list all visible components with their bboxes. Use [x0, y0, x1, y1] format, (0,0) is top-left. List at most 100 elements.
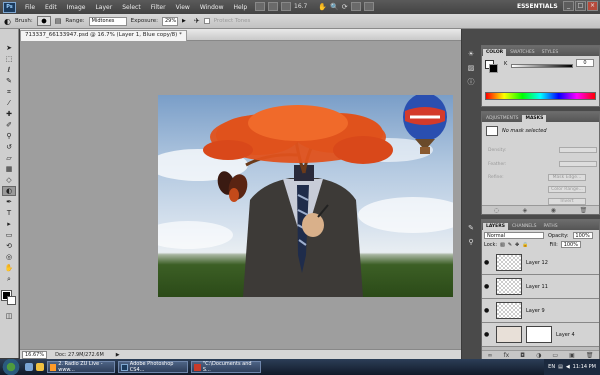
- menu-image[interactable]: Image: [62, 4, 91, 11]
- layer-name[interactable]: Layer 9: [526, 308, 545, 314]
- layer-name[interactable]: Layer 12: [526, 260, 548, 266]
- new-layer-icon[interactable]: ▣: [569, 352, 575, 359]
- taskbar-item-photoshop[interactable]: Adobe Photoshop CS4...: [118, 361, 188, 373]
- apply-mask-icon[interactable]: ◈: [523, 207, 528, 214]
- eyedropper-tool-icon[interactable]: ⁄: [2, 98, 16, 108]
- link-layers-icon[interactable]: ∞: [488, 352, 493, 359]
- new-group-icon[interactable]: ▭: [552, 352, 558, 359]
- visibility-eye-icon[interactable]: ●: [484, 283, 492, 290]
- navigator-panel-icon[interactable]: ▨: [466, 63, 477, 74]
- zoom-percentage-field[interactable]: 16.67%: [22, 350, 48, 359]
- tab-styles[interactable]: STYLES: [539, 49, 562, 56]
- arrange-documents-icon[interactable]: [350, 2, 361, 11]
- healing-tool-icon[interactable]: ✚: [2, 109, 16, 119]
- adjustment-layer-icon[interactable]: ◑: [536, 352, 541, 359]
- tab-swatches[interactable]: SWATCHES: [507, 49, 538, 56]
- history-brush-tool-icon[interactable]: ↺: [2, 142, 16, 152]
- eraser-tool-icon[interactable]: ▱: [2, 153, 16, 163]
- visibility-eye-icon[interactable]: ●: [484, 307, 492, 314]
- invert-button[interactable]: Invert: [548, 198, 586, 205]
- tab-adjustments[interactable]: ADJUSTMENTS: [483, 115, 521, 122]
- lock-transparency-icon[interactable]: ▧: [500, 242, 505, 248]
- history-panel-icon[interactable]: ☀: [466, 49, 477, 60]
- document-size-info[interactable]: Doc: 27.9M/272.6M: [55, 352, 104, 358]
- crop-tool-icon[interactable]: ⌗: [2, 87, 16, 97]
- menu-edit[interactable]: Edit: [40, 4, 62, 11]
- airbrush-icon[interactable]: ✈: [194, 17, 200, 25]
- rotate-view-icon[interactable]: ⟳: [342, 3, 348, 11]
- brushes-panel-icon[interactable]: ✎: [466, 223, 477, 234]
- delete-mask-icon[interactable]: 🗑: [580, 207, 588, 214]
- layer-row[interactable]: ● Layer 4: [482, 323, 599, 347]
- start-button[interactable]: [0, 359, 22, 375]
- layer-name[interactable]: Layer 11: [526, 284, 548, 290]
- delete-layer-icon[interactable]: 🗑: [586, 352, 594, 359]
- lock-all-icon[interactable]: 🔒: [522, 242, 528, 248]
- minimize-icon[interactable]: _: [563, 1, 574, 11]
- menu-layer[interactable]: Layer: [90, 4, 117, 11]
- brush-tool-icon[interactable]: ✐: [2, 120, 16, 130]
- workspace-switcher[interactable]: ESSENTIALS: [517, 3, 558, 10]
- color-spectrum-ramp[interactable]: [485, 92, 596, 100]
- zoom-tool-icon[interactable]: ⌕: [2, 274, 16, 284]
- quick-select-tool-icon[interactable]: ✎: [2, 76, 16, 86]
- shape-tool-icon[interactable]: ▭: [2, 230, 16, 240]
- status-menu-arrow-icon[interactable]: ▶: [116, 352, 120, 358]
- brush-panel-icon[interactable]: ▤: [55, 17, 62, 25]
- clone-source-panel-icon[interactable]: ⚲: [466, 237, 477, 248]
- extras-icon[interactable]: [281, 2, 291, 11]
- visibility-eye-icon[interactable]: ●: [484, 331, 492, 338]
- quick-mask-icon[interactable]: ◫: [2, 311, 16, 321]
- document-tab[interactable]: 713337_66133947.psd @ 16.7% (Layer 1, Bl…: [20, 30, 187, 41]
- brush-preset-picker[interactable]: [36, 16, 51, 26]
- type-tool-icon[interactable]: T: [2, 208, 16, 218]
- menu-file[interactable]: File: [20, 4, 40, 11]
- info-panel-icon[interactable]: ⓘ: [466, 77, 477, 88]
- k-channel-value[interactable]: 0: [576, 59, 594, 67]
- hand-tool-icon[interactable]: ✋: [318, 3, 327, 11]
- bridge-icon[interactable]: [255, 2, 265, 11]
- close-icon[interactable]: ×: [587, 1, 598, 11]
- gradient-tool-icon[interactable]: ▦: [2, 164, 16, 174]
- layer-mask-thumbnail[interactable]: [526, 326, 552, 343]
- menu-view[interactable]: View: [171, 4, 195, 11]
- protect-tones-checkbox[interactable]: [203, 18, 210, 24]
- clock[interactable]: 11:14 PM: [573, 364, 596, 370]
- exposure-field[interactable]: 29%: [161, 16, 178, 26]
- layer-row[interactable]: ● Layer 9: [482, 299, 599, 323]
- dodge-tool-icon[interactable]: ◐: [2, 186, 16, 196]
- k-channel-slider[interactable]: [511, 64, 573, 68]
- menu-filter[interactable]: Filter: [146, 4, 171, 11]
- add-mask-icon[interactable]: ◘: [520, 352, 525, 359]
- lock-position-icon[interactable]: ✥: [515, 242, 519, 248]
- hand-tool-icon[interactable]: ✋: [2, 263, 16, 273]
- tab-layers[interactable]: LAYERS: [483, 223, 508, 230]
- visibility-eye-icon[interactable]: ●: [484, 259, 492, 266]
- pen-tool-icon[interactable]: ✒: [2, 197, 16, 207]
- color-swatches[interactable]: [0, 290, 17, 306]
- 3d-rotate-tool-icon[interactable]: ⟲: [2, 241, 16, 251]
- move-tool-icon[interactable]: ➤: [2, 43, 16, 53]
- quick-launch-icon[interactable]: [36, 363, 44, 371]
- maximize-icon[interactable]: □: [575, 1, 586, 11]
- zoom-level[interactable]: 16.7: [294, 3, 307, 10]
- clone-stamp-tool-icon[interactable]: ⚲: [2, 131, 16, 141]
- menu-select[interactable]: Select: [117, 4, 146, 11]
- background-color-swatch[interactable]: [6, 296, 16, 305]
- network-icon[interactable]: ▤: [558, 364, 563, 370]
- tab-channels[interactable]: CHANNELS: [509, 223, 540, 230]
- taskbar-item-explorer[interactable]: "C:\Documents and S...: [191, 361, 261, 373]
- tab-paths[interactable]: PATHS: [541, 223, 561, 230]
- layer-row[interactable]: ● Layer 12: [482, 251, 599, 275]
- mask-edge-button[interactable]: Mask Edge...: [548, 174, 586, 181]
- color-background-swatch[interactable]: [489, 64, 498, 73]
- blur-tool-icon[interactable]: ◇: [2, 175, 16, 185]
- fill-field[interactable]: 100%: [560, 241, 581, 248]
- marquee-tool-icon[interactable]: ⬚: [2, 54, 16, 64]
- language-indicator[interactable]: EN: [548, 364, 555, 370]
- lasso-tool-icon[interactable]: ℓ: [2, 65, 16, 75]
- layer-row[interactable]: ● Layer 11: [482, 275, 599, 299]
- exposure-arrow-icon[interactable]: ▶: [182, 18, 186, 24]
- zoom-tool-icon[interactable]: 🔍: [330, 3, 339, 11]
- tab-masks[interactable]: MASKS: [522, 115, 547, 122]
